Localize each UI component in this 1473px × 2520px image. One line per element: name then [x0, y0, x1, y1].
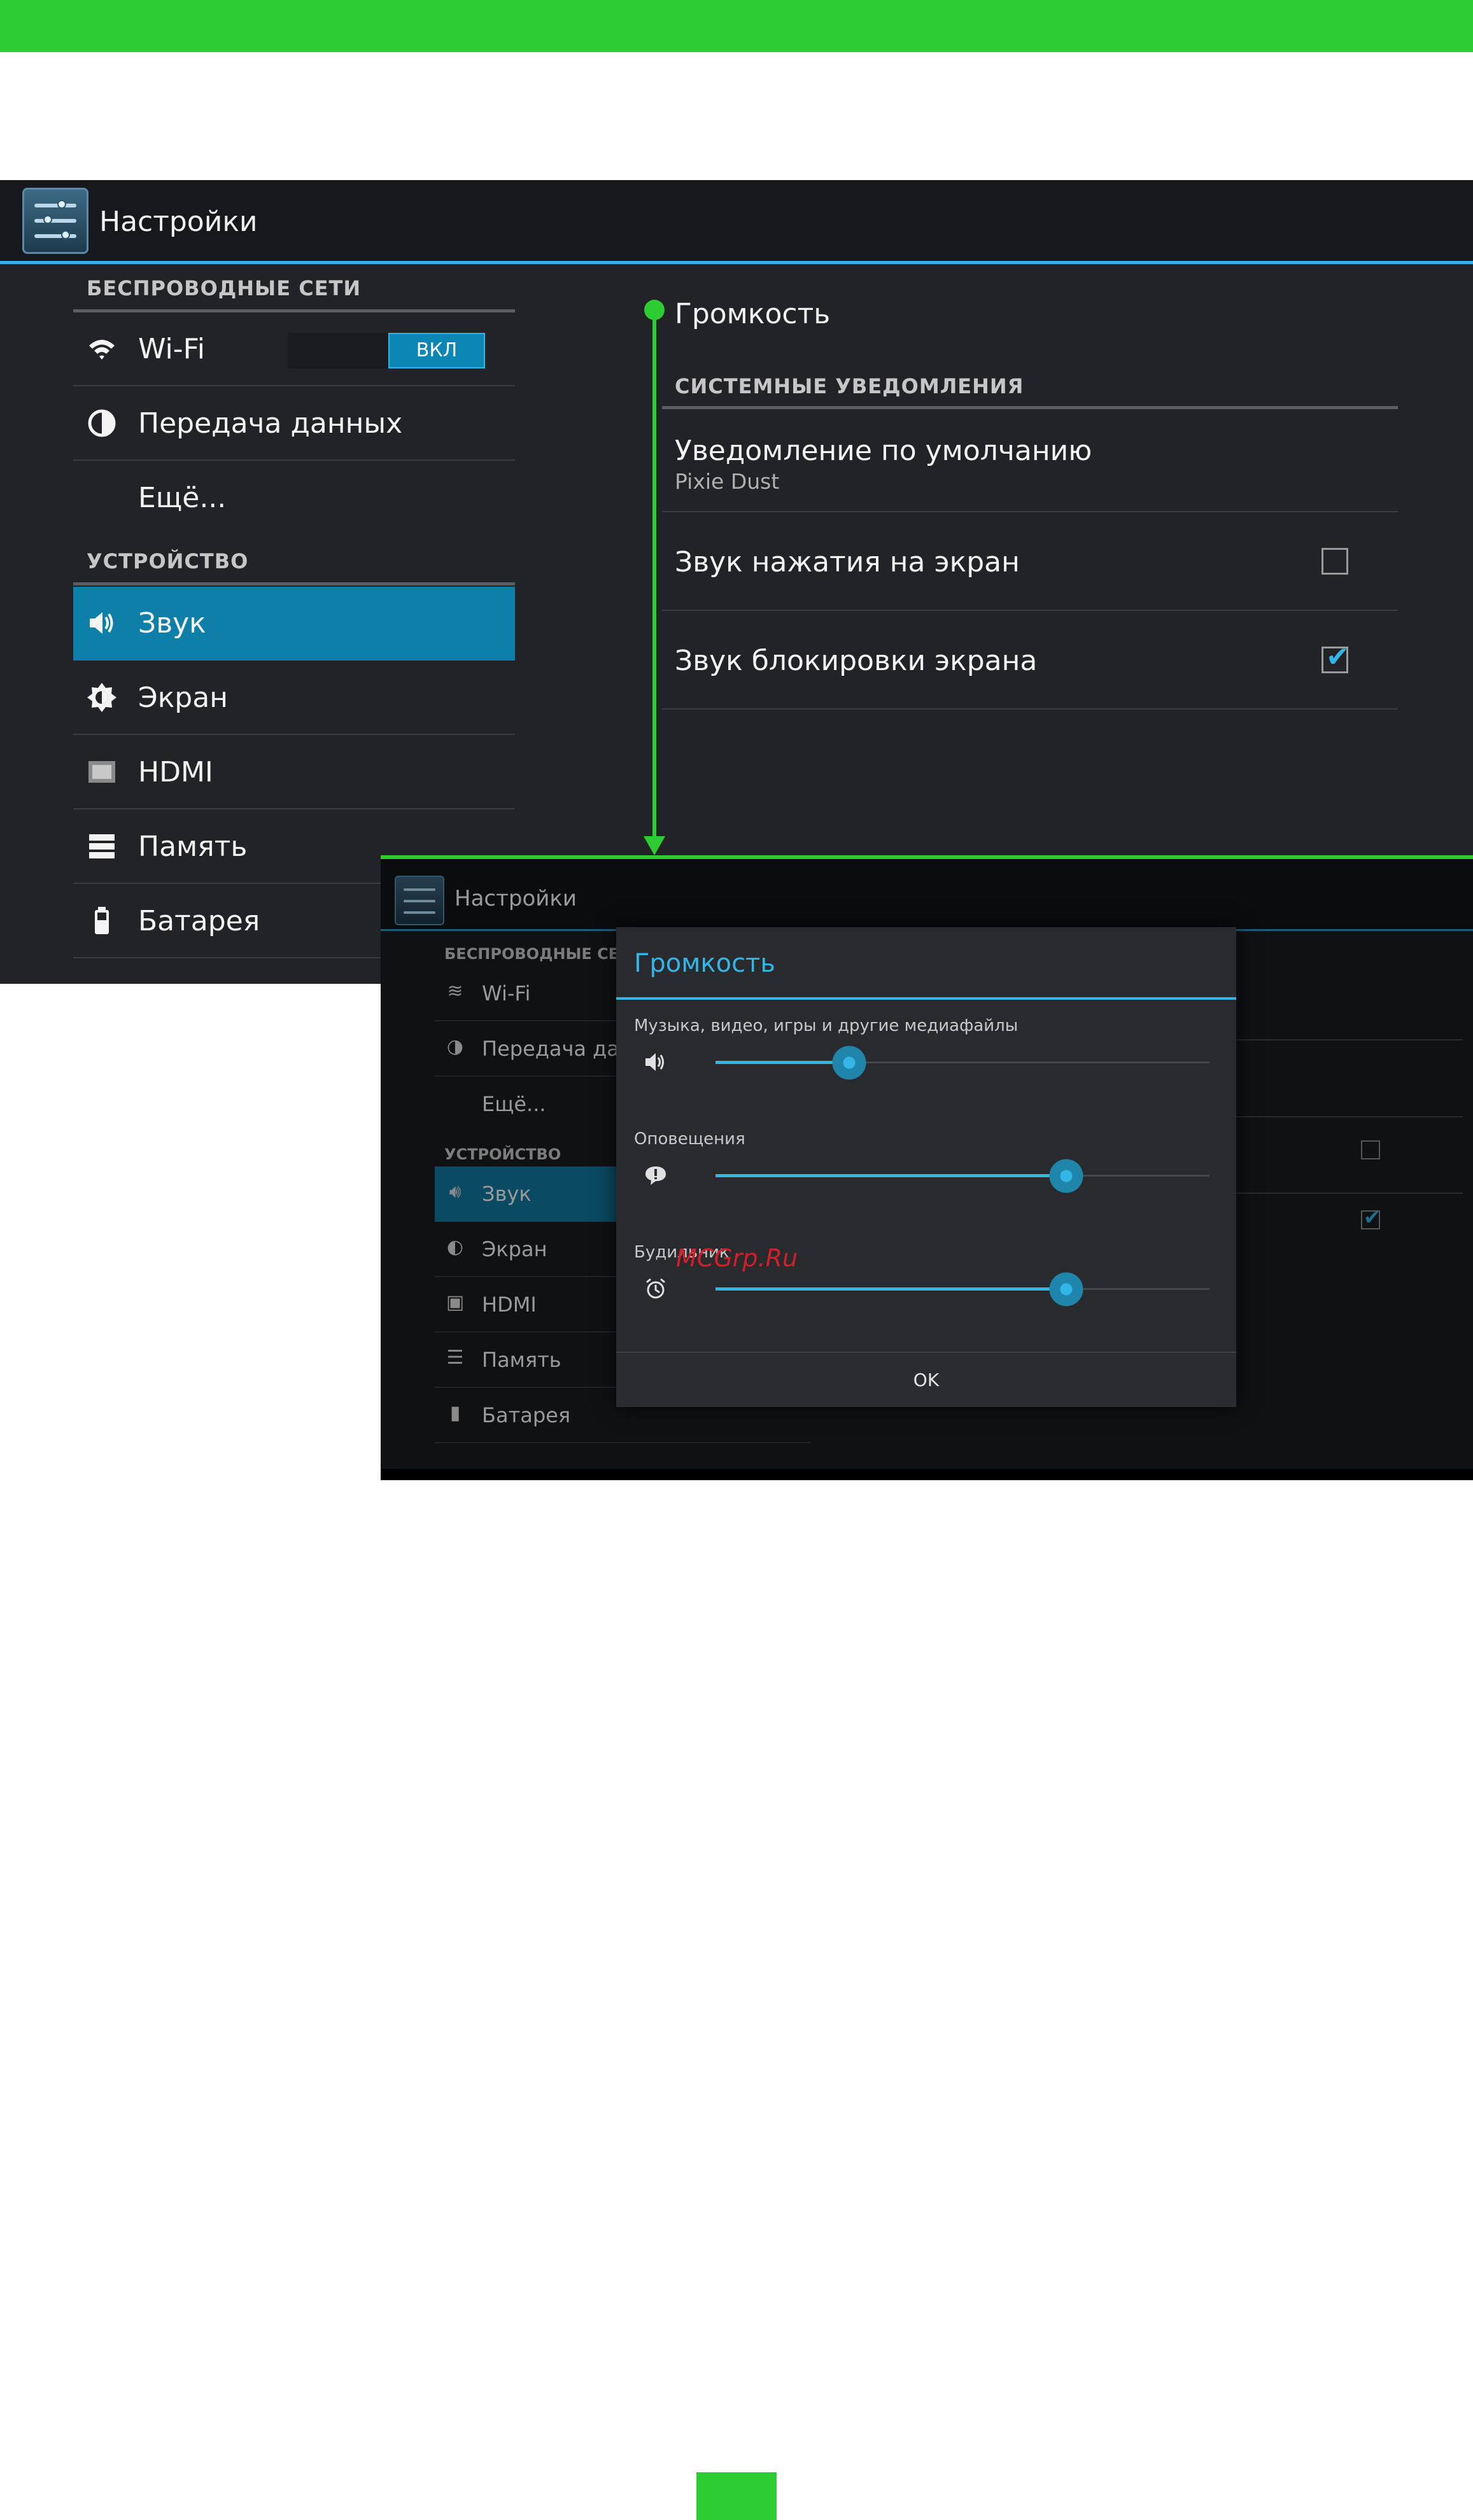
speaker-icon: 🔊︎: [449, 1180, 462, 1203]
wifi-toggle[interactable]: ВКЛ: [288, 333, 485, 368]
media-volume-label: Музыка, видео, игры и другие медиафайлы: [634, 1016, 1018, 1035]
dialog-title: Громкость: [634, 949, 775, 978]
sidebar-item-label: Wi-Fi: [482, 981, 531, 1005]
sidebar-item-label: Звук: [138, 607, 206, 640]
data-usage-icon: ◑: [446, 1035, 464, 1058]
lock-sound-row[interactable]: Звук блокировки экрана ✔: [662, 611, 1398, 710]
notification-volume-slider[interactable]: [715, 1159, 1209, 1193]
connector-arrow-icon: [644, 836, 665, 855]
wifi-icon: ≋: [447, 980, 463, 1002]
sidebar-item-label: Ещё...: [482, 1092, 546, 1116]
notification-icon: [643, 1163, 668, 1188]
battery-icon: ▮: [449, 1402, 461, 1424]
connector-dot: [644, 300, 665, 320]
sidebar-item-display[interactable]: Экран: [73, 661, 515, 735]
row-divider: [1234, 1116, 1463, 1117]
volume-setting[interactable]: Громкость: [675, 298, 830, 330]
sidebar-item-label: Звук: [482, 1182, 532, 1206]
default-notification-row[interactable]: Уведомление по умолчанию Pixie Dust: [662, 410, 1398, 512]
storage-icon: ☰: [446, 1347, 464, 1369]
ok-button[interactable]: OK: [616, 1353, 1236, 1407]
sidebar-item-label: Батарея: [138, 905, 260, 937]
sidebar-item-hdmi[interactable]: HDMI: [73, 736, 515, 809]
page-marker: [696, 2472, 777, 2520]
sidebar-item-label: Wi-Fi: [138, 333, 205, 365]
sidebar-item-label: Передача данных: [138, 407, 403, 440]
sidebar-item-label: Экран: [138, 682, 228, 714]
section-device: УСТРОЙСТВО: [444, 1145, 561, 1163]
sidebar-item-label: Экран: [482, 1237, 547, 1261]
settings-app-icon[interactable]: [22, 188, 88, 254]
row-divider: [1234, 1039, 1463, 1040]
alarm-icon: [643, 1276, 668, 1301]
row-divider: [1234, 1193, 1463, 1194]
slider-thumb[interactable]: [832, 1046, 866, 1080]
alarm-volume-slider[interactable]: [715, 1272, 1209, 1306]
speaker-icon: [86, 607, 118, 639]
top-accent-bar: [0, 0, 1473, 52]
slider-thumb[interactable]: [1049, 1272, 1083, 1306]
touch-sound-checkbox[interactable]: [1361, 1140, 1380, 1159]
sidebar-item-label: HDMI: [138, 756, 213, 788]
section-divider: [73, 582, 515, 585]
lock-sound-checkbox[interactable]: ✔: [1361, 1205, 1381, 1229]
section-wireless: БЕСПРОВОДНЫЕ СЕТИ: [87, 276, 362, 300]
app-title: Настройки: [455, 886, 577, 911]
dialog-title-divider: [616, 997, 1236, 1000]
connector-line: [652, 310, 656, 844]
section-system-notifications: СИСТЕМНЫЕ УВЕДОМЛЕНИЯ: [675, 374, 1024, 398]
touch-sound-checkbox[interactable]: [1321, 548, 1348, 575]
storage-icon: [86, 830, 118, 862]
section-device: УСТРОЙСТВО: [87, 549, 249, 573]
sidebar-item-more[interactable]: Ещё...: [73, 461, 515, 535]
data-usage-icon: [86, 407, 118, 439]
default-notification-title: Уведомление по умолчанию: [675, 435, 1092, 467]
sidebar-item-label: HDMI: [482, 1292, 537, 1317]
hdmi-icon: ▣: [446, 1291, 465, 1313]
action-bar: Настройки: [381, 859, 1473, 929]
bottom-bar: [381, 1469, 1473, 1480]
settings-app-icon[interactable]: [395, 876, 444, 925]
notification-volume-label: Оповещения: [634, 1130, 745, 1149]
section-divider: [662, 406, 1398, 409]
sidebar-item-sound[interactable]: Звук: [73, 587, 515, 661]
volume-dialog: Громкость Музыка, видео, игры и другие м…: [616, 927, 1236, 1407]
sidebar-item-label: Память: [138, 830, 248, 863]
sidebar-item-label: Батарея: [482, 1403, 571, 1427]
brightness-icon: [86, 682, 118, 713]
brightness-icon: ◐: [446, 1236, 464, 1258]
wifi-icon: [86, 333, 118, 365]
touch-sound-row[interactable]: Звук нажатия на экран: [662, 512, 1398, 611]
app-title: Настройки: [99, 206, 258, 238]
watermark: MCGrp.Ru: [676, 1244, 798, 1272]
default-notification-value: Pixie Dust: [675, 469, 780, 494]
check-icon: ✔: [1326, 641, 1350, 673]
sidebar-item-data-usage[interactable]: Передача данных: [73, 387, 515, 461]
sidebar-item-wifi[interactable]: Wi-Fi ВКЛ: [73, 312, 515, 386]
lock-sound-checkbox[interactable]: ✔: [1321, 641, 1350, 673]
battery-icon: [86, 905, 118, 937]
speaker-icon: [643, 1049, 668, 1075]
check-icon: ✔: [1364, 1205, 1381, 1229]
media-volume-slider[interactable]: [715, 1046, 1209, 1080]
hdmi-icon: [86, 756, 118, 788]
sidebar-item-label: Ещё...: [138, 482, 227, 514]
sidebar-item-label: Память: [482, 1348, 561, 1372]
toggle-on-label: ВКЛ: [388, 333, 485, 368]
action-bar: Настройки: [0, 180, 1473, 261]
lock-sound-title: Звук блокировки экрана: [675, 645, 1038, 677]
touch-sound-title: Звук нажатия на экран: [675, 546, 1020, 578]
header-divider: [0, 261, 1473, 264]
slider-thumb[interactable]: [1049, 1159, 1083, 1193]
section-wireless: БЕСПРОВОДНЫЕ СЕТИ: [444, 945, 642, 963]
